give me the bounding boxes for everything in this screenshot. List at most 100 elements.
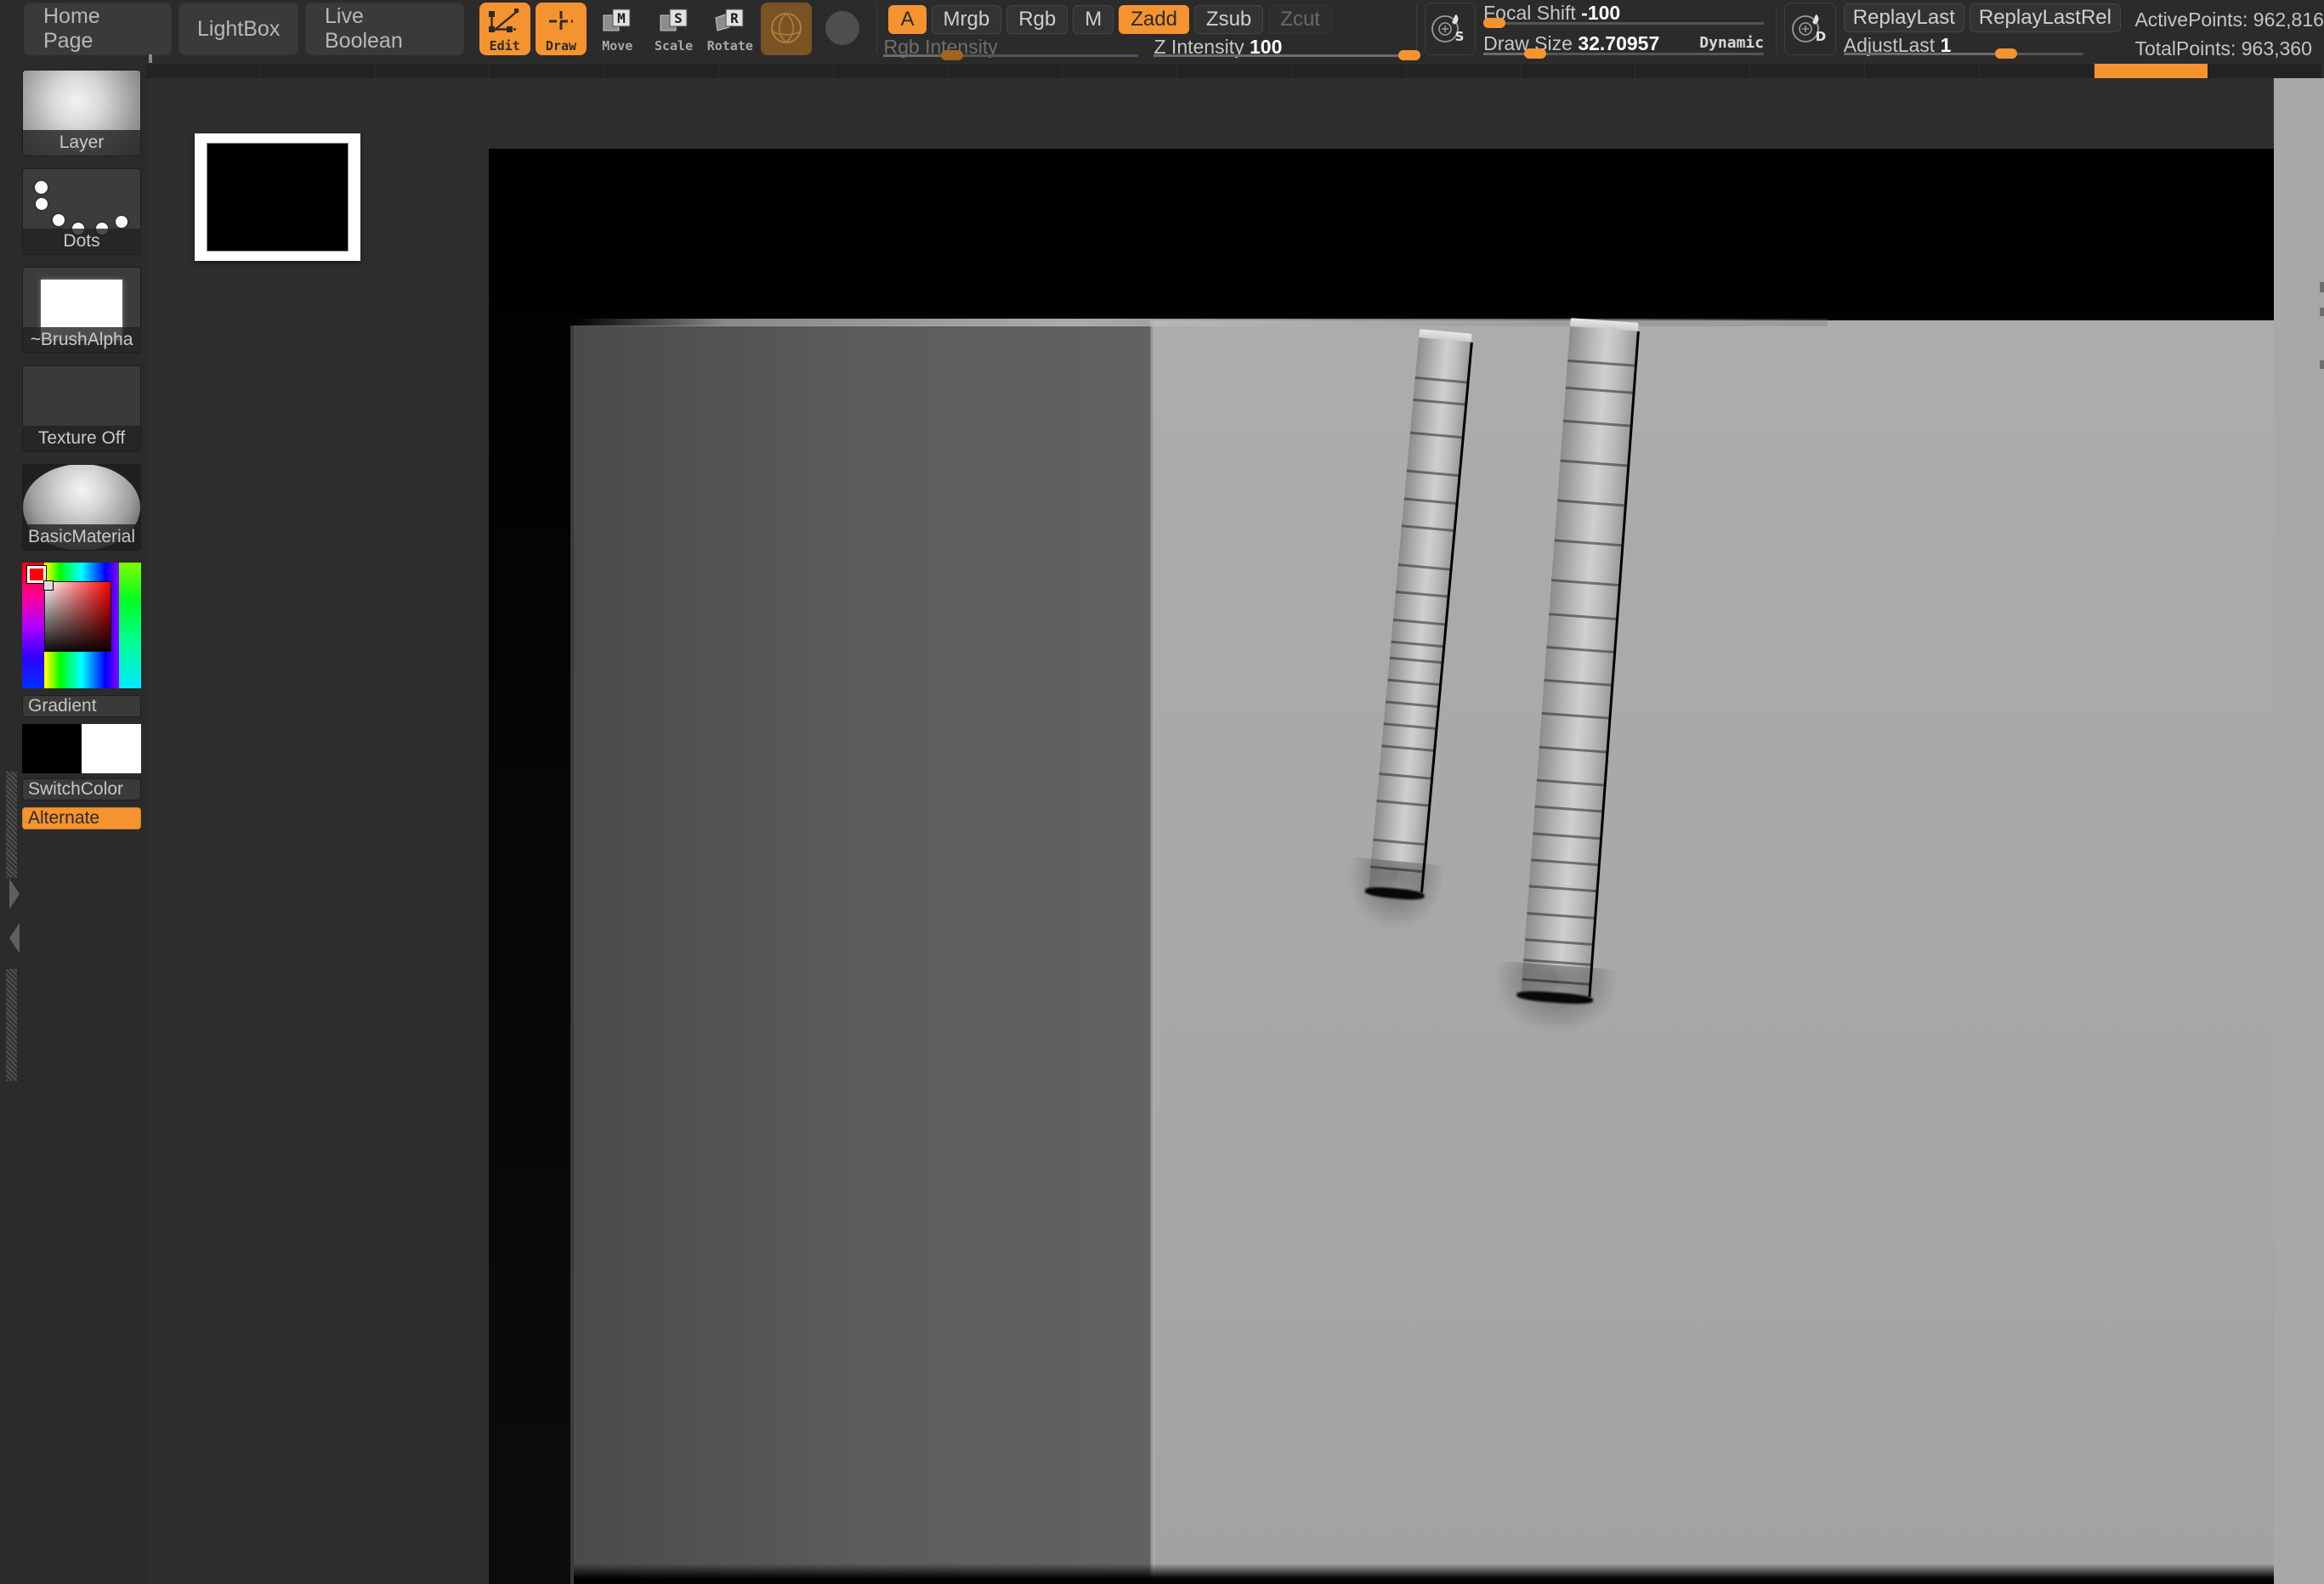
timeline-segment[interactable] (1635, 64, 1751, 78)
timeline-segment-active[interactable] (2094, 64, 2208, 78)
brush-d-icon: D (1785, 3, 1834, 54)
timeline-segment[interactable] (146, 64, 261, 78)
stroke-smooth-button[interactable]: S (1424, 3, 1477, 55)
shelf-caption: BasicMaterial (23, 524, 140, 550)
sidebar-item-stroke-selector[interactable]: Dots (22, 168, 141, 255)
alternate-button[interactable]: Alternate (22, 807, 141, 829)
sidebar-item-texture-selector[interactable]: Texture Off (22, 365, 141, 452)
slider-draw-size[interactable]: Draw Size 32.70957 Dynamic (1483, 32, 1765, 59)
timeline-segment[interactable] (375, 64, 490, 78)
timeline-segment[interactable] (260, 64, 376, 78)
mode-button-m[interactable]: M (1073, 5, 1114, 34)
mode-label: Mrgb (943, 8, 990, 31)
mode-button-zadd[interactable]: Zadd (1119, 5, 1189, 34)
mode-button-a[interactable]: A (888, 5, 927, 34)
color-cursor[interactable] (43, 580, 54, 591)
replay-last-rel-button[interactable]: ReplayLastRel (1969, 3, 2121, 32)
notch (2320, 282, 2324, 292)
menu-item-live-boolean[interactable]: Live Boolean (304, 3, 464, 55)
mode-button-zcut[interactable]: Zcut (1268, 5, 1332, 34)
primary-color-swatch[interactable] (22, 724, 82, 773)
timeline-segment[interactable] (1291, 64, 1407, 78)
slider-knob[interactable] (1483, 18, 1506, 28)
tool-label: Scale (654, 38, 694, 54)
viewport-3d[interactable] (489, 149, 2324, 1584)
timeline-segment[interactable] (948, 64, 1063, 78)
floor-shadow (574, 1564, 2276, 1584)
sidebar-item-brush-selector[interactable]: Layer (22, 70, 141, 156)
timeline-segment[interactable] (718, 64, 834, 78)
timeline-segment[interactable] (1521, 64, 1636, 78)
timeline-segment[interactable] (1864, 64, 1980, 78)
tool-button-draw[interactable]: Draw (535, 3, 587, 55)
dynamic-badge[interactable]: Dynamic (1699, 34, 1764, 52)
color-swatch-pair (22, 724, 141, 773)
hue-strip-right[interactable] (119, 563, 141, 688)
saturation-value-area[interactable] (44, 581, 111, 652)
slider-value: 32.70957 (1578, 32, 1660, 54)
tool-button-floor[interactable] (817, 3, 869, 55)
document-thumbnail[interactable] (195, 133, 360, 261)
left-shelf: Layer Dots ~BrushAlpha Texture Off Basic… (0, 58, 146, 1584)
tool-button-perspective[interactable] (760, 3, 813, 55)
tool-button-move[interactable]: M Move (592, 3, 643, 55)
shelf-caption: Dots (23, 229, 140, 254)
mode-button-mrgb[interactable]: Mrgb (931, 5, 1002, 34)
slider-knob[interactable] (1524, 48, 1547, 59)
slider-knob[interactable] (1994, 48, 2017, 59)
tool-button-edit[interactable]: Edit (479, 3, 530, 55)
shelf-caption: Texture Off (23, 426, 140, 451)
svg-text:S: S (1455, 29, 1465, 44)
zbrush-window: Home Page LightBox Live Boolean Edit Dra… (0, 0, 2324, 1584)
rotate-r-icon: R (705, 3, 756, 40)
slider-focal-shift[interactable]: Focal Shift -100 (1483, 2, 1765, 28)
timeline-strip[interactable] (146, 63, 2323, 78)
slider-adjust-last[interactable]: AdjustLast 1 (1843, 34, 2083, 59)
sidebar-item-material-selector[interactable]: BasicMaterial (22, 464, 141, 551)
timeline-segment[interactable] (1063, 64, 1178, 78)
timeline-segment[interactable] (1979, 64, 2094, 78)
menu-label: Live Boolean (324, 4, 403, 53)
slider-knob[interactable] (1398, 50, 1421, 60)
mode-button-rgb[interactable]: Rgb (1006, 5, 1068, 34)
secondary-color-swatch[interactable] (82, 724, 141, 773)
tool-button-scale[interactable]: S Scale (648, 3, 700, 55)
slider-z-intensity[interactable]: Z Intensity 100 (1153, 36, 1421, 60)
slider-track (1153, 54, 1418, 57)
color-picker[interactable] (22, 563, 141, 688)
canvas-area[interactable] (146, 78, 2324, 1584)
sidebar-item-alpha-selector[interactable]: ~BrushAlpha (22, 267, 141, 354)
shelf-caption: Layer (23, 130, 140, 156)
tray-grip-upper[interactable] (6, 772, 17, 878)
menu-item-home-page[interactable]: Home Page (24, 3, 173, 55)
tool-button-rotate[interactable]: R Rotate (704, 3, 756, 55)
replay-last-button[interactable]: ReplayLast (1843, 3, 1964, 32)
timeline-segment[interactable] (1177, 64, 1292, 78)
switch-color-button[interactable]: SwitchColor (22, 778, 141, 800)
scale-s-icon: S (648, 3, 699, 40)
slider-track (883, 54, 1139, 57)
brush-size-cluster: Focal Shift -100 Draw Size 32.70957 Dyna… (1483, 2, 1771, 59)
notch (2320, 308, 2324, 316)
slider-rgb-intensity[interactable]: Rgb Intensity (883, 36, 1139, 60)
menu-label: LightBox (197, 16, 281, 41)
timeline-segment[interactable] (604, 64, 719, 78)
svg-text:R: R (730, 10, 739, 26)
tray-grip-lower[interactable] (6, 969, 17, 1081)
timeline-segment[interactable] (833, 64, 949, 78)
mode-button-zsub[interactable]: Zsub (1193, 5, 1264, 34)
switch-color-label: SwitchColor (28, 779, 124, 799)
active-points: ActivePoints: 962,816 (2134, 8, 2324, 31)
timeline-segment[interactable] (1750, 64, 1865, 78)
backdrop-right-sliver (2274, 78, 2324, 1584)
stroke-replay-button[interactable]: D (1784, 3, 1836, 55)
tray-toggle-arrows[interactable] (4, 874, 23, 976)
timeline-segment[interactable] (1406, 64, 1522, 78)
mode-label: Zsub (1205, 8, 1252, 31)
mode-label: Zcut (1280, 8, 1320, 31)
timeline-segment[interactable] (2208, 64, 2323, 78)
menu-item-lightbox[interactable]: LightBox (179, 3, 298, 55)
timeline-segment[interactable] (490, 64, 605, 78)
gradient-button[interactable]: Gradient (22, 695, 141, 717)
slider-knob[interactable] (941, 50, 964, 60)
